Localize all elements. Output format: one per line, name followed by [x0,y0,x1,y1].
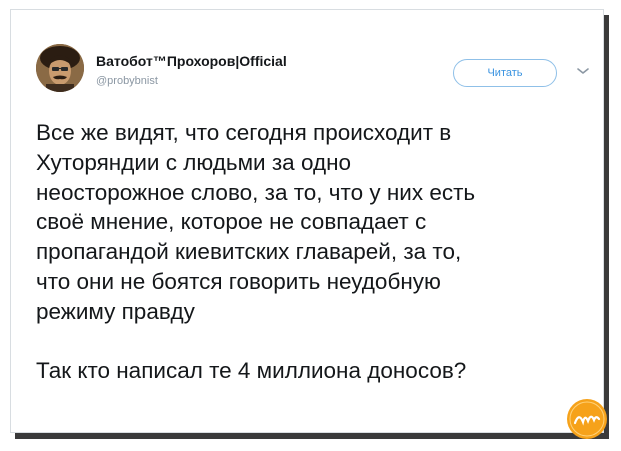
user-handle[interactable]: @probybnist [96,75,158,87]
follow-button[interactable]: Читать [453,59,557,87]
avatar[interactable] [36,44,84,92]
avatar-image [36,44,84,92]
tweet-text: Все же видят, что сегодня происходит в Х… [36,120,476,384]
chevron-down-icon[interactable] [576,66,590,76]
tweet-card: Ватобот™Прохоров|Official @probybnist Чи… [10,9,607,439]
display-name[interactable]: Ватобот™Прохоров|Official [96,53,287,69]
logo-watermark-icon [567,399,607,439]
